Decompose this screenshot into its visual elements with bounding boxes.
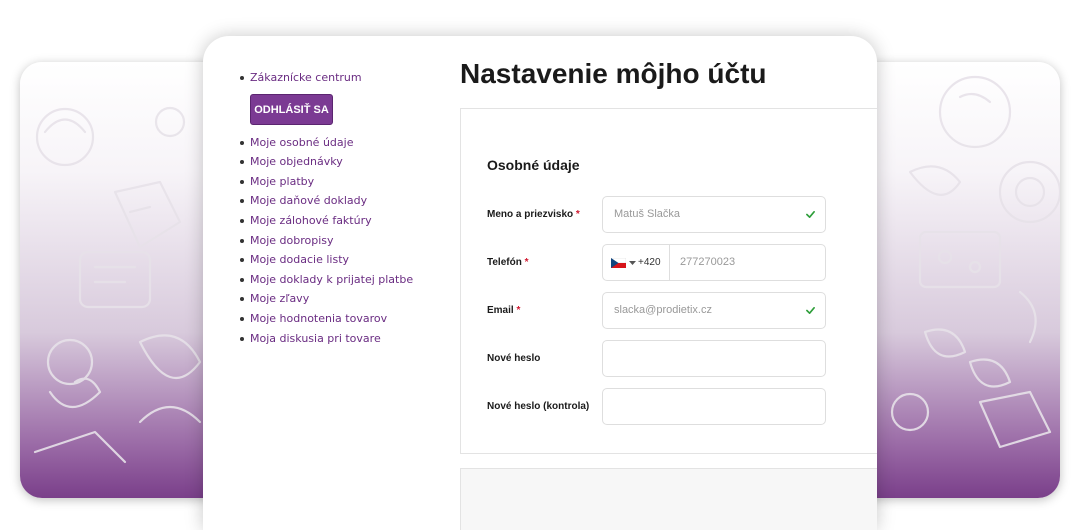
email-label: Email * bbox=[487, 305, 520, 316]
bullet-icon bbox=[240, 218, 244, 223]
personal-info-panel: Osobné údaje Meno a priezvisko * Matuš S… bbox=[460, 108, 877, 454]
email-field[interactable]: slacka@prodietix.cz bbox=[602, 292, 826, 329]
new-password-confirm-field[interactable] bbox=[602, 388, 826, 425]
sidebar-item-label: Moja diskusia pri tovare bbox=[250, 331, 381, 345]
new-password-label: Nové heslo bbox=[487, 353, 540, 364]
sidebar-item[interactable]: Moje platby bbox=[233, 172, 443, 192]
check-icon bbox=[806, 306, 815, 315]
bullet-icon bbox=[240, 179, 244, 184]
dial-code: +420 bbox=[638, 257, 661, 268]
sidebar-item-label: Moje zálohové faktúry bbox=[250, 213, 372, 227]
sidebar-item-label: Moje osobné údaje bbox=[250, 135, 354, 149]
sidebar-item[interactable]: Moje doklady k prijatej platbe bbox=[233, 270, 443, 290]
sidebar-item[interactable]: Moje zľavy bbox=[233, 289, 443, 309]
bullet-icon bbox=[240, 160, 244, 165]
sidebar-item[interactable]: Moje dodacie listy bbox=[233, 250, 443, 270]
name-field[interactable]: Matuš Slačka bbox=[602, 196, 826, 233]
phone-input[interactable]: 277270023 bbox=[669, 244, 826, 281]
sidebar-item-label: Moje dodacie listy bbox=[250, 253, 350, 267]
sidebar-item-label: Moje dobropisy bbox=[250, 233, 334, 247]
bullet-icon bbox=[240, 140, 244, 145]
sidebar-item-label: Moje zľavy bbox=[250, 292, 310, 306]
bullet-icon bbox=[240, 199, 244, 204]
next-section-panel bbox=[460, 468, 877, 530]
sidebar-item[interactable]: Moje daňové doklady bbox=[233, 191, 443, 211]
check-icon bbox=[806, 210, 815, 219]
name-label-text: Meno a priezvisko bbox=[487, 209, 574, 220]
required-mark: * bbox=[575, 209, 580, 220]
logout-button[interactable]: ODHLÁSIŤ SA bbox=[250, 93, 333, 125]
sidebar-item[interactable]: Moje zálohové faktúry bbox=[233, 211, 443, 231]
phone-label-text: Telefón bbox=[487, 257, 522, 268]
phone-label: Telefón * bbox=[487, 257, 529, 268]
new-password-field[interactable] bbox=[602, 340, 826, 377]
sidebar-item[interactable]: Moja diskusia pri tovare bbox=[233, 329, 443, 349]
phone-input-value: 277270023 bbox=[680, 256, 736, 268]
account-nav-list: Moje osobné údaje Moje objednávky Moje pla… bbox=[233, 133, 443, 349]
sidebar-item-customer-center[interactable]: Zákaznícke centrum bbox=[233, 68, 443, 88]
new-password-confirm-label-text: Nové heslo (kontrola) bbox=[487, 401, 590, 412]
sidebar-item-label: Zákaznícke centrum bbox=[250, 71, 362, 84]
sidebar-item-label: Moje platby bbox=[250, 174, 315, 188]
new-password-label-text: Nové heslo bbox=[487, 353, 541, 364]
sidebar-item-label: Moje daňové doklady bbox=[250, 194, 368, 208]
bullet-icon bbox=[240, 277, 244, 282]
sidebar-item-label: Moje objednávky bbox=[250, 155, 343, 169]
account-sidebar: Zákaznícke centrum ODHLÁSIŤ SA Moje osob… bbox=[233, 68, 443, 348]
sidebar-item[interactable]: Moje objednávky bbox=[233, 152, 443, 172]
account-settings-window: Zákaznícke centrum ODHLÁSIŤ SA Moje osob… bbox=[203, 36, 877, 530]
czech-flag-icon bbox=[611, 258, 626, 268]
bullet-icon bbox=[240, 76, 244, 80]
name-field-value: Matuš Slačka bbox=[614, 208, 681, 220]
bullet-icon bbox=[240, 238, 244, 243]
bullet-icon bbox=[240, 258, 244, 263]
email-field-value: slacka@prodietix.cz bbox=[614, 304, 712, 316]
country-code-select[interactable]: +420 bbox=[602, 244, 670, 281]
sidebar-item[interactable]: Moje osobné údaje bbox=[233, 133, 443, 153]
bullet-icon bbox=[240, 297, 244, 302]
bullet-icon bbox=[240, 316, 244, 321]
email-label-text: Email bbox=[487, 305, 514, 316]
screenshot-stage: Zákaznícke centrum ODHLÁSIŤ SA Moje osob… bbox=[0, 0, 1080, 530]
name-label: Meno a priezvisko * bbox=[487, 209, 580, 220]
chevron-down-icon bbox=[629, 261, 636, 265]
sidebar-item[interactable]: Moje dobropisy bbox=[233, 231, 443, 251]
section-title: Osobné údaje bbox=[487, 157, 580, 173]
required-mark: * bbox=[524, 257, 529, 268]
new-password-confirm-label: Nové heslo (kontrola) bbox=[487, 401, 589, 412]
sidebar-item-label: Moje hodnotenia tovarov bbox=[250, 311, 388, 325]
required-mark: * bbox=[516, 305, 521, 316]
page-title: Nastavenie môjho účtu bbox=[460, 58, 767, 89]
bullet-icon bbox=[240, 336, 244, 341]
sidebar-item-label: Moje doklady k prijatej platbe bbox=[250, 272, 414, 286]
sidebar-item[interactable]: Moje hodnotenia tovarov bbox=[233, 309, 443, 329]
logout-wrapper: ODHLÁSIŤ SA bbox=[233, 88, 443, 133]
